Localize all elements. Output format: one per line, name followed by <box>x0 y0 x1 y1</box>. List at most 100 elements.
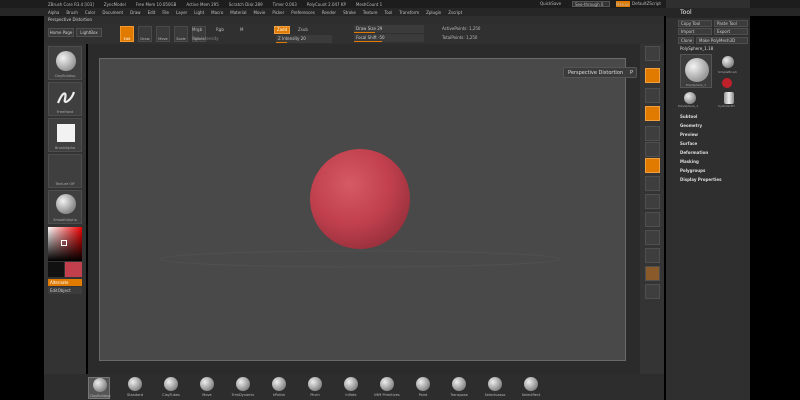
brush-sphere-icon <box>272 377 286 391</box>
color-picker[interactable] <box>48 227 82 261</box>
brush-selectrect[interactable]: SelectRect <box>520 377 542 399</box>
zsub-button[interactable]: Zsub <box>298 27 308 32</box>
brush-transpose[interactable]: Transpose <box>448 377 470 399</box>
make-polymesh-button[interactable]: Make PolyMesh3D <box>696 37 748 44</box>
brush-selectlasso[interactable]: SelectLasso <box>484 377 506 399</box>
edit-tool-button[interactable]: Edit <box>120 26 134 42</box>
menu-file[interactable]: File <box>162 10 169 15</box>
menu-zscript[interactable]: Zscript <box>448 10 462 15</box>
menus-button[interactable]: Menus <box>616 1 630 7</box>
rgb-intensity-slider[interactable]: Rgb Intensity <box>192 36 219 41</box>
section-polygroups[interactable]: Polygroups <box>680 168 705 173</box>
zadd-button[interactable]: Zadd <box>274 26 290 34</box>
default-zscript-button[interactable]: DefaultZScript <box>632 1 661 6</box>
menu-material[interactable]: Material <box>230 10 246 15</box>
stroke-button[interactable]: FreeHand <box>48 82 82 116</box>
document-canvas[interactable] <box>99 58 626 361</box>
menu-light[interactable]: Light <box>194 10 204 15</box>
rotate-button[interactable] <box>645 230 660 245</box>
menu-render[interactable]: Render <box>322 10 336 15</box>
floor-button[interactable] <box>645 88 660 103</box>
bpr-button[interactable] <box>645 46 660 61</box>
menu-document[interactable]: Document <box>102 10 123 15</box>
local-button[interactable] <box>645 106 660 121</box>
linefill-button[interactable] <box>645 248 660 263</box>
polysphere-model[interactable] <box>310 149 410 249</box>
transp-button[interactable] <box>645 266 660 281</box>
brush-standard[interactable]: Standard <box>124 377 146 399</box>
brush-trimdynamic[interactable]: TrimDynamic <box>232 377 254 399</box>
section-preview[interactable]: Preview <box>680 132 698 137</box>
section-masking[interactable]: Masking <box>680 159 699 164</box>
zsphere-thumb-icon[interactable] <box>722 78 732 88</box>
menu-transform[interactable]: Transform <box>399 10 419 15</box>
brush-pinch[interactable]: Pinch <box>304 377 326 399</box>
menu-movie[interactable]: Movie <box>254 10 266 15</box>
menu-zplugin[interactable]: Zplugin <box>426 10 441 15</box>
lsym-button[interactable] <box>645 126 660 141</box>
rgb-button[interactable]: Rgb <box>216 27 224 32</box>
alternate-button[interactable]: Alternate <box>48 279 82 286</box>
persp-button[interactable] <box>645 68 660 83</box>
brush-hpolish[interactable]: hPolish <box>268 377 290 399</box>
brush-paint[interactable]: Paint <box>412 377 434 399</box>
simplebrush-thumb-icon[interactable] <box>722 56 734 68</box>
menu-edit[interactable]: Edit <box>148 10 156 15</box>
menu-draw[interactable]: Draw <box>130 10 140 15</box>
brush-claytubes[interactable]: ClayTubes <box>160 377 182 399</box>
menu-texture[interactable]: Texture <box>363 10 378 15</box>
current-brush-button[interactable]: ClayBuildup <box>48 46 82 80</box>
menu-preferences[interactable]: Preferences <box>291 10 315 15</box>
xyz-button[interactable] <box>645 158 660 173</box>
brush-imm-primitives[interactable]: IMM Primitives <box>374 377 400 399</box>
copy-tool-button[interactable]: Copy Tool <box>678 20 712 27</box>
brush-move[interactable]: Move <box>196 377 218 399</box>
draw-size-slider[interactable]: Draw Size 29 <box>354 25 424 33</box>
z-intensity-slider[interactable]: Z Intensity 20 <box>276 35 332 43</box>
section-deformation[interactable]: Deformation <box>680 150 708 155</box>
app-title: ZBrush Core R3.4 [i03] <box>48 1 94 7</box>
gyro-button[interactable] <box>645 142 660 157</box>
brush-claybuildup[interactable]: ClayBuildup <box>88 377 110 399</box>
menu-alpha[interactable]: Alpha <box>48 10 59 15</box>
secondary-color-swatch[interactable] <box>48 262 64 277</box>
polysphere-small-thumb-icon[interactable] <box>684 92 696 104</box>
scale-tool-button[interactable]: Scale <box>174 26 188 42</box>
main-color-swatch[interactable] <box>65 262 82 277</box>
section-surface[interactable]: Surface <box>680 141 697 146</box>
alpha-button[interactable]: BrushAlpha <box>48 118 82 152</box>
editobject-button[interactable]: EditObject <box>48 287 82 294</box>
brush-inflate[interactable]: Inflate <box>340 377 362 399</box>
solo-button[interactable] <box>645 284 660 299</box>
lightbox-button[interactable]: LightBox <box>76 28 102 37</box>
clone-button[interactable]: Clone <box>678 37 694 44</box>
cylinder-thumb-icon[interactable] <box>724 92 734 104</box>
see-through-slider[interactable]: See-through 0 <box>572 1 610 7</box>
menu-layer[interactable]: Layer <box>176 10 187 15</box>
current-tool-thumb[interactable]: PolySphere_1 <box>680 54 712 88</box>
menu-picker[interactable]: Picker <box>272 10 284 15</box>
export-button[interactable]: Export <box>714 28 748 35</box>
section-display-properties[interactable]: Display Properties <box>680 177 721 182</box>
paste-tool-button[interactable]: Paste Tool <box>714 20 748 27</box>
menu-color[interactable]: Color <box>85 10 95 15</box>
material-button[interactable]: SmoothAlpha <box>48 190 82 224</box>
texture-button[interactable]: Texture Off <box>48 154 82 188</box>
section-geometry[interactable]: Geometry <box>680 123 702 128</box>
home-page-button[interactable]: Home Page <box>48 28 74 37</box>
move-tool-button[interactable]: Move <box>156 26 170 42</box>
quicksave-button[interactable]: QuickSave <box>540 1 561 6</box>
menu-tool[interactable]: Tool <box>384 10 392 15</box>
draw-tool-button[interactable]: Draw <box>138 26 152 42</box>
move-button[interactable] <box>645 194 660 209</box>
m-button[interactable]: M <box>240 27 243 32</box>
menu-brush[interactable]: Brush <box>66 10 78 15</box>
focal-shift-slider[interactable]: Focal Shift -50 <box>354 34 424 42</box>
mrgb-button[interactable]: Mrgb <box>192 27 202 32</box>
import-button[interactable]: Import <box>678 28 712 35</box>
zoom3d-button[interactable] <box>645 212 660 227</box>
frame-button[interactable] <box>645 176 660 191</box>
menu-macro[interactable]: Macro <box>211 10 223 15</box>
section-subtool[interactable]: Subtool <box>680 114 697 119</box>
menu-stroke[interactable]: Stroke <box>343 10 356 15</box>
